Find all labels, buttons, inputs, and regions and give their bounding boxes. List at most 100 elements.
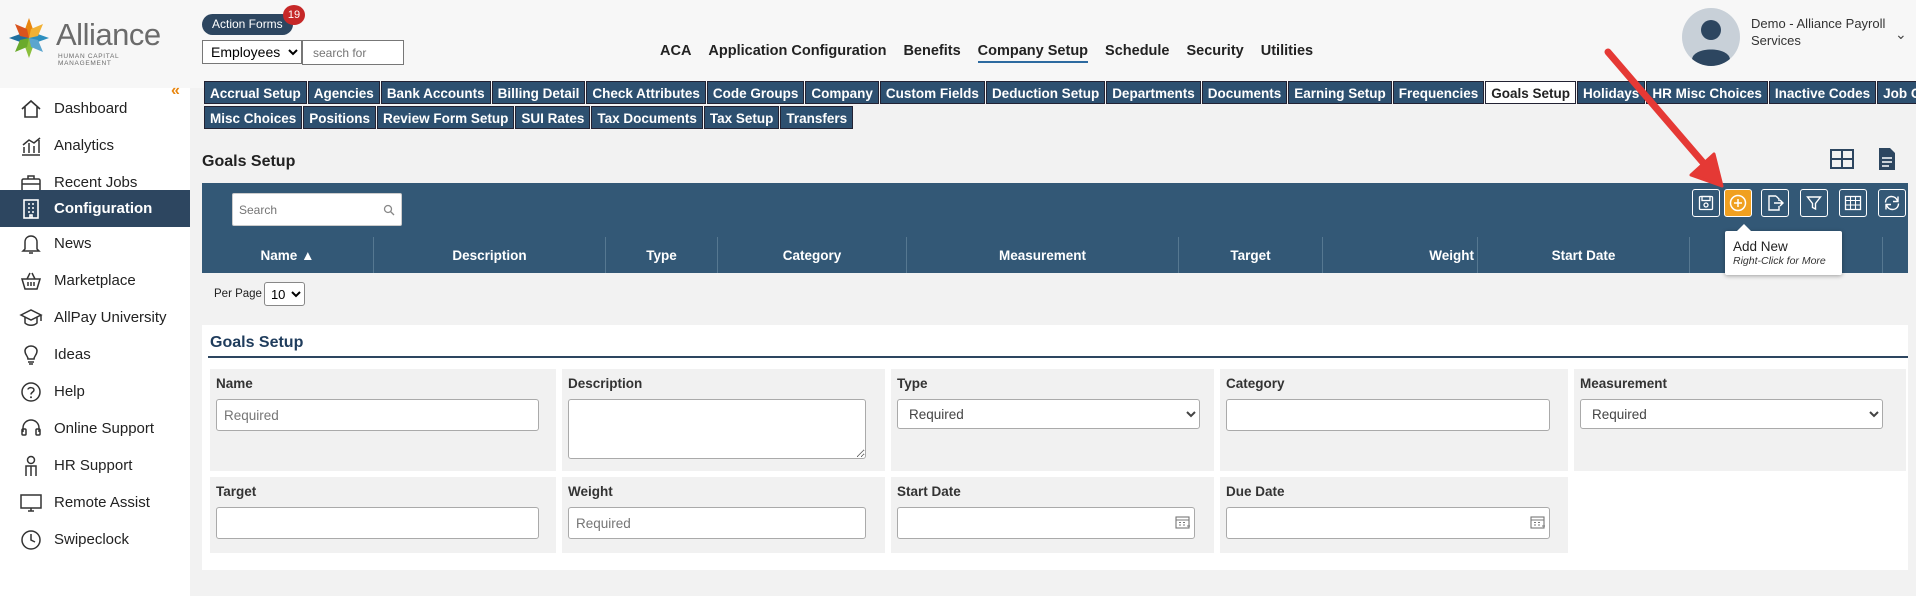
tab-bank-accounts[interactable]: Bank Accounts bbox=[380, 81, 491, 104]
column-header-category[interactable]: Category bbox=[718, 237, 907, 273]
nav-application-configuration[interactable]: Application Configuration bbox=[708, 43, 886, 63]
column-header-name[interactable]: Name ▲ bbox=[202, 237, 374, 273]
tab-positions[interactable]: Positions bbox=[303, 106, 377, 129]
tooltip-subtitle: Right-Click for More bbox=[1733, 255, 1826, 267]
category-input[interactable] bbox=[1226, 399, 1550, 431]
column-header-target[interactable]: Target bbox=[1179, 237, 1323, 273]
calendar-icon[interactable] bbox=[1175, 515, 1191, 534]
sidebar-item-label: Remote Assist bbox=[54, 494, 150, 511]
nav-security[interactable]: Security bbox=[1187, 43, 1244, 63]
nav-aca[interactable]: ACA bbox=[660, 43, 691, 63]
table-icon bbox=[1844, 195, 1862, 211]
save-button[interactable] bbox=[1692, 189, 1720, 217]
search-scope-select[interactable]: Employees bbox=[202, 40, 302, 64]
header-search-input[interactable] bbox=[302, 40, 404, 65]
tab-tax-setup[interactable]: Tax Setup bbox=[703, 106, 780, 129]
sidebar-item-dashboard[interactable]: Dashboard bbox=[0, 90, 190, 127]
sidebar-item-label: Configuration bbox=[54, 200, 153, 217]
measurement-select[interactable]: Required bbox=[1580, 399, 1883, 429]
tab-documents[interactable]: Documents bbox=[1201, 81, 1288, 104]
sidebar-item-swipeclock[interactable]: Swipeclock bbox=[0, 521, 190, 558]
grid-search-input[interactable] bbox=[235, 200, 375, 220]
tab-deduction-setup[interactable]: Deduction Setup bbox=[985, 81, 1106, 104]
type-select[interactable]: Required bbox=[897, 399, 1200, 429]
sidebar-item-remote-assist[interactable]: Remote Assist bbox=[0, 484, 190, 521]
form-title: Goals Setup bbox=[210, 334, 304, 351]
tab-goals-setup[interactable]: Goals Setup bbox=[1485, 81, 1577, 104]
tab-transfers[interactable]: Transfers bbox=[780, 106, 854, 129]
sidebar-item-help[interactable]: Help bbox=[0, 373, 190, 410]
tab-departments[interactable]: Departments bbox=[1106, 81, 1201, 104]
tab-tax-documents[interactable]: Tax Documents bbox=[591, 106, 703, 129]
per-page-label: Per Page bbox=[214, 288, 262, 300]
setup-tabs: Accrual Setup Agencies Bank Accounts Bil… bbox=[204, 81, 1916, 131]
tab-accrual-setup[interactable]: Accrual Setup bbox=[204, 81, 307, 104]
user-silhouette-icon bbox=[1692, 20, 1730, 66]
sidebar-item-label: Ideas bbox=[54, 346, 91, 363]
page-title: Goals Setup bbox=[202, 153, 296, 170]
alliance-logo[interactable]: Alliance HUMAN CAPITAL MANAGEMENT bbox=[6, 13, 166, 67]
tab-custom-fields[interactable]: Custom Fields bbox=[879, 81, 985, 104]
filter-button[interactable] bbox=[1800, 189, 1828, 217]
chevron-down-icon[interactable]: ⌄ bbox=[1895, 26, 1907, 43]
user-avatar[interactable] bbox=[1682, 8, 1740, 66]
nav-utilities[interactable]: Utilities bbox=[1261, 43, 1313, 63]
sidebar-item-online-support[interactable]: Online Support bbox=[0, 410, 190, 447]
tab-code-groups[interactable]: Code Groups bbox=[706, 81, 805, 104]
nav-benefits[interactable]: Benefits bbox=[903, 43, 960, 63]
tab-check-attributes[interactable]: Check Attributes bbox=[586, 81, 706, 104]
calendar-icon[interactable] bbox=[1530, 515, 1546, 534]
grid-search bbox=[232, 193, 402, 226]
refresh-button[interactable] bbox=[1878, 189, 1906, 217]
sidebar-item-news[interactable]: News bbox=[0, 225, 190, 262]
nav-company-setup[interactable]: Company Setup bbox=[977, 43, 1089, 63]
tab-row-2: Misc Choices Positions Review Form Setup… bbox=[204, 106, 1904, 129]
column-header-description[interactable]: Description bbox=[374, 237, 606, 273]
field-due-date-cell: Due Date bbox=[1220, 477, 1568, 553]
field-type-cell: Type Required bbox=[891, 369, 1214, 471]
tab-company[interactable]: Company bbox=[805, 81, 879, 104]
export-button[interactable] bbox=[1761, 189, 1789, 217]
tab-frequencies[interactable]: Frequencies bbox=[1392, 81, 1485, 104]
description-textarea[interactable] bbox=[568, 399, 866, 459]
tab-holidays[interactable]: Holidays bbox=[1577, 81, 1646, 104]
name-input[interactable] bbox=[216, 399, 539, 431]
tab-agencies[interactable]: Agencies bbox=[307, 81, 380, 104]
sidebar-item-ideas[interactable]: Ideas bbox=[0, 336, 190, 373]
user-name[interactable]: Demo - Alliance Payroll Services bbox=[1751, 15, 1901, 49]
document-icon[interactable] bbox=[1877, 147, 1897, 176]
sidebar-item-allpay-university[interactable]: AllPay University bbox=[0, 299, 190, 336]
tab-inactive-codes[interactable]: Inactive Codes bbox=[1768, 81, 1877, 104]
tab-hr-misc-choices[interactable]: HR Misc Choices bbox=[1646, 81, 1768, 104]
column-header-measurement[interactable]: Measurement bbox=[907, 237, 1179, 273]
per-page-select[interactable]: 10 bbox=[263, 282, 305, 306]
sidebar-item-marketplace[interactable]: Marketplace bbox=[0, 262, 190, 299]
tab-review-form-setup[interactable]: Review Form Setup bbox=[377, 106, 515, 129]
sidebar-item-hr-support[interactable]: HR Support bbox=[0, 447, 190, 484]
field-label: Start Date bbox=[897, 484, 961, 499]
start-date-input[interactable] bbox=[897, 507, 1195, 539]
nav-schedule[interactable]: Schedule bbox=[1105, 43, 1169, 63]
grid-view-icon[interactable] bbox=[1830, 149, 1854, 174]
action-forms-count-badge: 19 bbox=[283, 5, 305, 25]
tab-job-codes[interactable]: Job Codes bbox=[1877, 81, 1916, 104]
due-date-input[interactable] bbox=[1226, 507, 1550, 539]
column-header-type[interactable]: Type bbox=[606, 237, 718, 273]
columns-button[interactable] bbox=[1839, 189, 1867, 217]
tab-earning-setup[interactable]: Earning Setup bbox=[1288, 81, 1392, 104]
tab-billing-detail[interactable]: Billing Detail bbox=[491, 81, 586, 104]
sidebar: « Dashboard Analytics Recent Jobs Config… bbox=[0, 82, 190, 596]
weight-input[interactable] bbox=[568, 507, 866, 539]
sidebar-item-configuration[interactable]: Configuration bbox=[0, 190, 190, 227]
column-header-weight[interactable]: Weight bbox=[1323, 237, 1478, 273]
tab-sui-rates[interactable]: SUI Rates bbox=[515, 106, 591, 129]
target-input[interactable] bbox=[216, 507, 539, 539]
add-new-button[interactable] bbox=[1724, 189, 1752, 217]
sidebar-item-label: Help bbox=[54, 383, 85, 400]
sidebar-item-analytics[interactable]: Analytics bbox=[0, 127, 190, 164]
field-weight-cell: Weight bbox=[562, 477, 885, 553]
column-header-start-date[interactable]: Start Date bbox=[1478, 237, 1690, 273]
search-icon[interactable] bbox=[383, 203, 395, 221]
tab-misc-choices[interactable]: Misc Choices bbox=[204, 106, 303, 129]
action-forms-button[interactable]: Action Forms bbox=[202, 14, 293, 35]
